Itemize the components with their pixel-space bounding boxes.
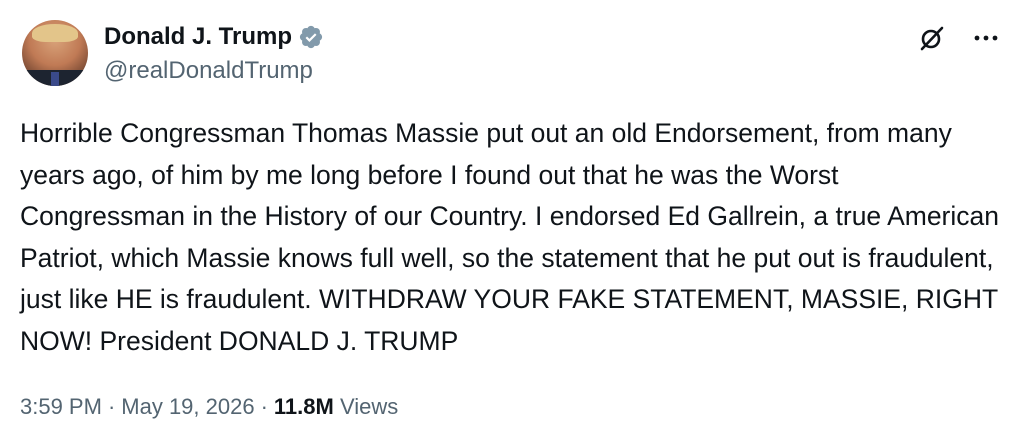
avatar[interactable] — [22, 20, 88, 86]
author-name-row: Donald J. Trump — [104, 22, 324, 52]
author-display-name[interactable]: Donald J. Trump — [104, 22, 292, 52]
post-card: Donald J. Trump @realDonaldTrump Horribl… — [0, 0, 1024, 446]
avatar-tie — [51, 72, 59, 86]
views-label: Views — [339, 394, 399, 419]
grok-icon[interactable] — [918, 24, 946, 52]
meta-separator: · — [107, 394, 116, 419]
avatar-hair — [32, 24, 78, 42]
post-date[interactable]: May 19, 2026 — [121, 394, 254, 419]
post-time[interactable]: 3:59 PM — [20, 394, 102, 419]
more-options-icon[interactable] — [970, 24, 1002, 52]
post-meta: 3:59 PM · May 19, 2026 · 11.8M Views — [20, 392, 398, 422]
verified-badge-icon[interactable] — [298, 24, 324, 50]
meta-separator-2: · — [260, 394, 268, 419]
post-text: Horrible Congressman Thomas Massie put o… — [20, 118, 999, 356]
post-header: Donald J. Trump @realDonaldTrump — [20, 18, 1004, 90]
views-count: 11.8M — [273, 394, 334, 419]
author-handle[interactable]: @realDonaldTrump — [104, 56, 313, 86]
